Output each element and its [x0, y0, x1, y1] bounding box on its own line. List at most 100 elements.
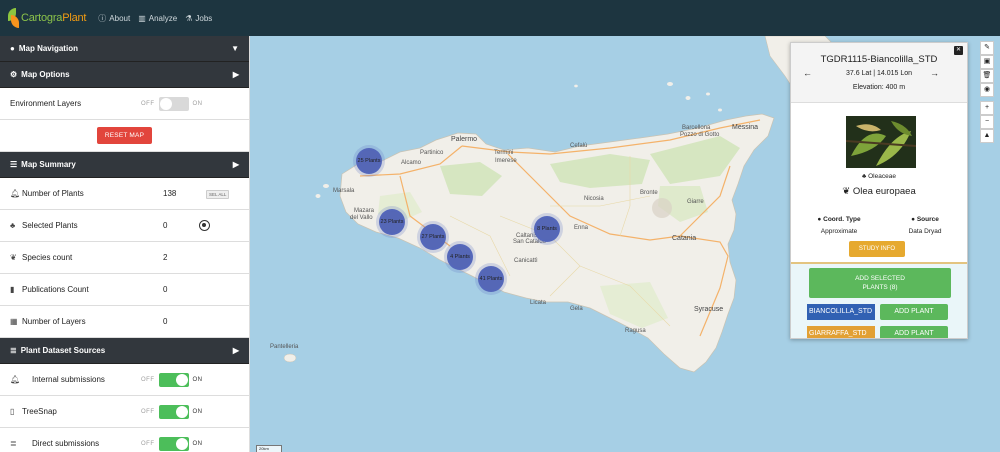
environment-layers-row: Environment Layers OFF ON — [0, 88, 249, 120]
compass-icon[interactable]: ▲ — [980, 129, 994, 143]
close-icon[interactable]: ✕ — [954, 46, 963, 55]
camera-icon[interactable]: ◉ — [980, 83, 994, 97]
leaf-icon: ❦ — [842, 186, 853, 197]
coord-type: ● Coord. Type Approximate — [817, 216, 861, 235]
section-map-navigation[interactable]: ● Map Navigation ▼ — [0, 36, 249, 62]
draw-line-icon[interactable]: ✎ — [980, 41, 994, 55]
plant-photo[interactable] — [846, 116, 916, 168]
summary-row-number-of-layers: ▦ Number of Layers 0 — [0, 306, 249, 338]
place-marsala: Marsala — [333, 188, 355, 194]
trash-icon[interactable]: 🗑︎ — [980, 69, 994, 83]
plant-cluster-marker[interactable]: 25 Plants — [356, 148, 382, 174]
plant-family: ♣ Oleaceae — [862, 173, 896, 180]
add-selected-plants-button[interactable]: ADD SELECTED PLANTS (8) — [809, 268, 951, 298]
plant-cluster-marker[interactable]: 41 Plants — [478, 266, 504, 292]
direct-submissions-toggle[interactable]: OFF ON — [141, 436, 203, 451]
chevron-right-icon: ▶ — [232, 70, 239, 79]
summary-row-selected-plants: ♣ Selected Plants 0 — [0, 210, 249, 242]
plant-cluster-marker[interactable]: 23 Plants — [379, 209, 405, 235]
reset-map-button[interactable]: RESET MAP — [96, 127, 153, 144]
summary-row-publications-count: ▮ Publications Count 0 — [0, 274, 249, 306]
reset-row: RESET MAP — [0, 120, 249, 152]
plant-coordinates: 37.6 Lat | 14.015 Lon — [845, 70, 913, 77]
place-licata: Licata — [530, 300, 547, 306]
place-pantelleria: Pantelleria — [270, 344, 299, 350]
place-pozzo: Pozzo di Gotto — [680, 132, 720, 138]
place-cefalu: Cefalù — [570, 143, 588, 149]
place-siracusa: Syracuse — [694, 306, 724, 313]
source-row-treesnap: ▯ TreeSnap OFF ON — [0, 396, 249, 428]
toggle-switch[interactable] — [158, 436, 189, 451]
plant-tag[interactable]: GIARRAFFA_STD — [807, 326, 875, 338]
nav-jobs[interactable]: ⚗ Jobs — [185, 13, 212, 24]
place-palermo: Palermo — [451, 136, 478, 143]
next-arrow-icon[interactable]: → — [930, 68, 939, 78]
chevron-right-icon: ▶ — [232, 346, 239, 355]
logo[interactable]: CartograPlant — [8, 8, 86, 28]
locate-target-icon[interactable] — [199, 220, 210, 231]
map-scale: 20km — [256, 445, 282, 452]
place-canicatti: Canicattì — [514, 258, 538, 264]
draw-rectangle-icon[interactable]: ▣ — [980, 55, 994, 69]
panel-header: TGDR1115-Biancolilla_STD ← 37.6 Lat | 14… — [791, 43, 967, 103]
plant-elevation: Elevation: 400 m — [852, 84, 906, 91]
bell-icon: 🔔︎ — [10, 189, 21, 198]
gear-icon: ⚙ — [10, 70, 18, 79]
data-source: ● Source Data Dryad — [908, 216, 942, 235]
plant-cluster-marker[interactable]: 8 Plants — [534, 216, 560, 242]
section-plant-dataset-sources[interactable]: ≣ Plant Dataset Sources ▶ — [0, 338, 249, 364]
map-toolbar: ✎ ▣ 🗑︎ ◉ + − ▲ — [980, 41, 994, 143]
place-partinico: Partinico — [420, 150, 444, 156]
top-navbar: CartograPlant ⓘ About ▥ Analyze ⚗ Jobs — [0, 0, 1000, 36]
panel-footer: ADD SELECTED PLANTS (8) BIANCOLILLA_STD … — [791, 264, 967, 338]
toggle-switch[interactable] — [158, 372, 189, 387]
section-map-options[interactable]: ⚙ Map Options ▶ — [0, 62, 249, 88]
chart-icon: ▥ — [138, 13, 146, 23]
plant-cluster-marker[interactable]: 4 Plants — [447, 244, 473, 270]
phone-icon: ▯ — [10, 407, 15, 416]
zoom-out-icon[interactable]: − — [980, 115, 994, 129]
source-row-direct: ≣ Direct submissions OFF ON — [0, 428, 249, 452]
number-of-layers-value: 0 — [163, 317, 168, 326]
plant-cluster-marker[interactable]: 27 Plants — [420, 224, 446, 250]
database-icon: ≣ — [10, 439, 17, 448]
section-map-summary[interactable]: ☰ Map Summary ▶ — [0, 152, 249, 178]
place-termini: Termini — [494, 150, 514, 156]
place-mazara: Mazara — [354, 208, 375, 214]
add-plant-button[interactable]: ADD PLANT — [880, 326, 948, 338]
map-icon: ▦ — [10, 317, 18, 326]
toggle-switch[interactable] — [158, 404, 189, 419]
summary-row-species-count: ❦ Species count 2 — [0, 242, 249, 274]
leaf-icon: ❦ — [10, 253, 17, 262]
internal-submissions-toggle[interactable]: OFF ON — [141, 372, 203, 387]
nav-analyze[interactable]: ▥ Analyze — [138, 13, 177, 24]
info-icon: ⓘ — [98, 13, 107, 23]
map-pin-icon: ● — [10, 44, 15, 53]
number-of-plants-value: 138 — [163, 189, 177, 198]
sidebar: ● Map Navigation ▼ ⚙ Map Options ▶ Envir… — [0, 36, 250, 452]
nav-about[interactable]: ⓘ About — [98, 13, 130, 24]
place-bronte: Bronte — [640, 190, 658, 196]
logo-leaf-icon — [8, 8, 19, 28]
zoom-in-icon[interactable]: + — [980, 101, 994, 115]
logo-text: CartograPlant — [21, 12, 87, 24]
flask-icon: ⚗ — [185, 13, 193, 23]
toggle-switch[interactable] — [158, 96, 189, 111]
treesnap-toggle[interactable]: OFF ON — [141, 404, 203, 419]
plant-info-panel: TGDR1115-Biancolilla_STD ← 37.6 Lat | 14… — [790, 42, 968, 339]
environment-layers-toggle[interactable]: OFF ON — [141, 96, 203, 111]
place-ragusa: Ragusa — [625, 328, 646, 334]
place-catania: Catania — [672, 235, 697, 242]
book-icon: ▮ — [10, 285, 15, 294]
study-info-button[interactable]: STUDY INFO — [849, 241, 905, 257]
place-giarre: Giarre — [687, 199, 704, 205]
list-icon: ☰ — [10, 160, 18, 169]
plant-tag[interactable]: BIANCOLILLA_STD — [807, 304, 875, 320]
place-alcamo: Alcamo — [401, 160, 422, 166]
bell-icon: 🔔︎ — [10, 375, 21, 384]
plant-species: ❦ Olea europaea — [842, 186, 916, 197]
place-barcellona: Barcellona — [682, 125, 711, 131]
select-all-button[interactable]: SEL ALL — [206, 190, 230, 199]
chevron-down-icon: ▼ — [231, 44, 239, 53]
add-plant-button[interactable]: ADD PLANT — [880, 304, 948, 320]
